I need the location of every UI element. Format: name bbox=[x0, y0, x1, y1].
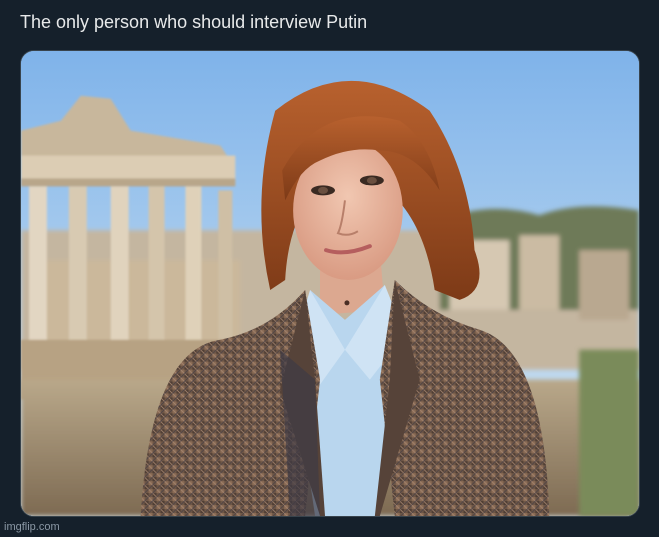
photo-illustration bbox=[21, 51, 639, 516]
post-image[interactable] bbox=[20, 50, 640, 517]
post-text: The only person who should interview Put… bbox=[20, 12, 368, 32]
imgflip-watermark: imgflip.com bbox=[4, 521, 60, 533]
